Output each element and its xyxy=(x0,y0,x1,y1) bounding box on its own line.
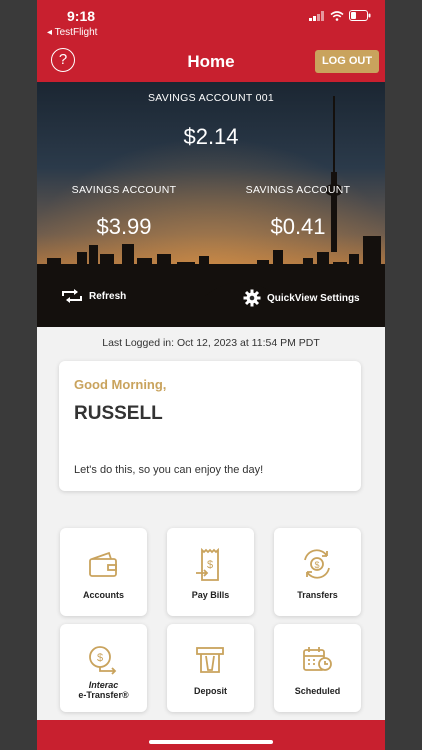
testflight-back-link[interactable]: ◂ TestFlight xyxy=(47,27,97,38)
logout-button[interactable]: LOG OUT xyxy=(315,50,379,73)
tile-pay-bills[interactable]: $ Pay Bills xyxy=(167,528,254,616)
greeting-salutation: Good Morning, xyxy=(74,377,167,392)
tile-label: Pay Bills xyxy=(191,590,230,600)
user-name: RUSSELL xyxy=(74,403,163,424)
e-transfer-icon: $ xyxy=(89,646,117,675)
wallet-icon xyxy=(89,551,117,577)
account-name: SAVINGS ACCOUNT xyxy=(71,184,177,196)
tile-label: Transfers xyxy=(297,590,338,600)
account-card-right[interactable]: SAVINGS ACCOUNT $0.41 xyxy=(233,184,363,240)
refresh-icon xyxy=(62,289,82,303)
tile-label: Deposit xyxy=(193,686,227,696)
account-balance: $2.14 xyxy=(183,124,239,149)
top-bar: 9:18 ◂ TestFlight ? Home LOG OUT xyxy=(37,0,385,82)
account-balance: $0.41 xyxy=(270,214,326,239)
refresh-label: Refresh xyxy=(89,290,127,302)
calendar-clock-icon xyxy=(303,647,332,671)
svg-text:$: $ xyxy=(207,559,213,571)
tile-label-brand: Interac xyxy=(88,680,119,690)
svg-text:$: $ xyxy=(97,652,103,664)
greeting-card: Good Morning, RUSSELL Let's do this, so … xyxy=(59,361,361,491)
bottom-bar xyxy=(37,720,385,750)
tile-label-sub: e-Transfer® xyxy=(78,690,129,700)
refresh-button[interactable]: Refresh xyxy=(61,289,126,303)
greeting-message: Let's do this, so you can enjoy the day! xyxy=(74,464,264,476)
tile-label: Scheduled xyxy=(294,686,341,696)
tile-accounts[interactable]: Accounts xyxy=(60,528,147,616)
svg-text:$: $ xyxy=(314,560,319,570)
tile-transfers[interactable]: $ Transfers xyxy=(274,528,361,616)
tile-label: Accounts xyxy=(82,590,124,600)
battery-icon xyxy=(349,10,371,21)
tile-deposit[interactable]: Deposit xyxy=(167,624,254,712)
transfer-icon: $ xyxy=(304,549,330,579)
deposit-icon xyxy=(196,647,224,673)
last-logged-in: Last Logged in: Oct 12, 2023 at 11:54 PM… xyxy=(102,337,320,349)
account-balance: $3.99 xyxy=(96,214,152,239)
home-indicator[interactable] xyxy=(149,740,273,744)
account-card-top[interactable]: SAVINGS ACCOUNT 001 $2.14 xyxy=(37,92,385,150)
account-card-left[interactable]: SAVINGS ACCOUNT $3.99 xyxy=(59,184,189,240)
tile-label: Interac e-Transfer® xyxy=(60,680,147,700)
status-time: 9:18 xyxy=(67,8,96,24)
quickview-label: QuickView Settings xyxy=(267,292,360,304)
signal-icon xyxy=(309,10,324,21)
app-screen: 9:18 ◂ TestFlight ? Home LOG OUT SAVINGS… xyxy=(37,0,385,750)
quickview-settings-button[interactable]: QuickView Settings xyxy=(243,289,360,307)
wifi-icon xyxy=(330,10,344,21)
account-name: SAVINGS ACCOUNT xyxy=(245,184,351,196)
tile-scheduled[interactable]: Scheduled xyxy=(274,624,361,712)
account-name: SAVINGS ACCOUNT 001 xyxy=(147,92,275,104)
gear-icon xyxy=(243,289,261,307)
accounts-hero: SAVINGS ACCOUNT 001 $2.14 SAVINGS ACCOUN… xyxy=(37,82,385,327)
bill-icon: $ xyxy=(196,548,219,581)
status-icons xyxy=(309,10,371,21)
tile-interac-e-transfer[interactable]: $ Interac e-Transfer® xyxy=(60,624,147,712)
